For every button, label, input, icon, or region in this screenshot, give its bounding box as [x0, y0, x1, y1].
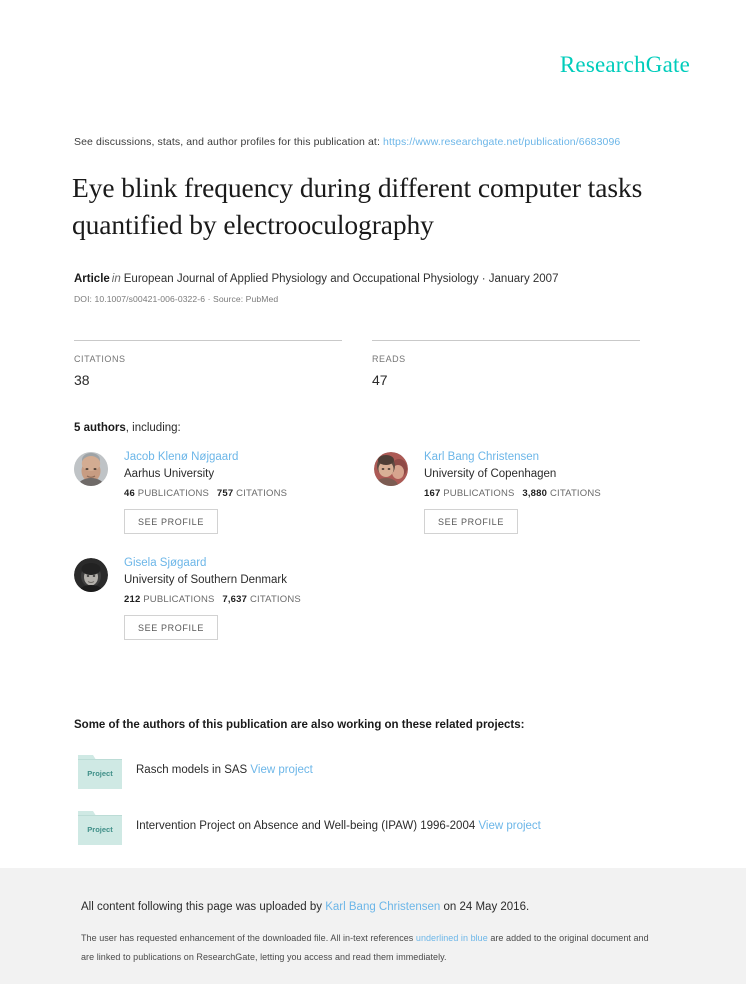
project-text: Intervention Project on Absence and Well…: [136, 820, 541, 832]
stat-divider: [372, 340, 640, 341]
project-text: Rasch models in SAS View project: [136, 764, 313, 776]
project-item: Project Intervention Project on Absence …: [78, 807, 678, 845]
avatar: [374, 452, 408, 486]
stat-reads: READS 47: [372, 340, 642, 388]
author-card: Karl Bang Christensen University of Cope…: [374, 450, 674, 534]
article-journal: European Journal of Applied Physiology a…: [123, 273, 559, 285]
avatar-bald-man-icon: [74, 452, 108, 486]
footer-upload-line: All content following this page was uplo…: [81, 901, 529, 913]
footer-upload-suffix: on 24 May 2016.: [443, 901, 530, 913]
article-doi-source: DOI: 10.1007/s00421-006-0322-6 · Source:…: [74, 294, 279, 304]
authors-grid: Jacob Klenø Nøjgaard Aarhus University 4…: [74, 450, 674, 662]
researchgate-cover-page: ResearchGate See discussions, stats, and…: [0, 0, 746, 984]
author-stats: 212 PUBLICATIONS 7,637 CITATIONS: [124, 594, 301, 605]
author-affiliation: University of Southern Denmark: [124, 574, 287, 586]
footer-upload-prefix: All content following this page was uplo…: [81, 901, 323, 913]
article-type-label: Article: [74, 273, 110, 285]
author-name-link[interactable]: Jacob Klenø Nøjgaard: [124, 451, 287, 463]
stat-label-reads: READS: [372, 354, 406, 364]
author-info: Jacob Klenø Nøjgaard Aarhus University 4…: [124, 450, 287, 534]
author-affiliation: Aarhus University: [124, 468, 215, 480]
author-citations-label: CITATIONS: [236, 488, 288, 499]
authors-heading-rest: , including:: [125, 422, 181, 434]
author-card: Gisela Sjøgaard University of Southern D…: [74, 556, 374, 640]
author-citations-count: 7,637: [222, 594, 248, 605]
author-stats: 46 PUBLICATIONS 757 CITATIONS: [124, 488, 287, 499]
author-stats: 167 PUBLICATIONS 3,880 CITATIONS: [424, 488, 601, 499]
author-citations-count: 757: [216, 488, 234, 499]
author-citations-count: 3,880: [522, 488, 548, 499]
footer-uploader-link[interactable]: Karl Bang Christensen: [325, 901, 440, 913]
author-publications-label: PUBLICATIONS: [137, 488, 210, 499]
discussion-line: See discussions, stats, and author profi…: [74, 136, 620, 148]
stat-value-citations: 38: [74, 372, 90, 388]
article-in-word: in: [111, 273, 121, 285]
author-info: Gisela Sjøgaard University of Southern D…: [124, 556, 301, 640]
projects-list: Project Rasch models in SAS View project…: [78, 751, 678, 863]
see-profile-button[interactable]: SEE PROFILE: [424, 509, 518, 534]
stat-citations: CITATIONS 38: [74, 340, 372, 388]
author-publications-count: 46: [124, 488, 135, 499]
project-item: Project Rasch models in SAS View project: [78, 751, 678, 789]
author-row: Gisela Sjøgaard University of Southern D…: [74, 556, 674, 662]
author-name-link[interactable]: Karl Bang Christensen: [424, 451, 601, 463]
author-publications-count: 167: [424, 488, 441, 499]
researchgate-logo[interactable]: ResearchGate: [560, 52, 690, 78]
authors-count: 5 authors: [74, 422, 126, 434]
svg-text:Project: Project: [87, 769, 113, 778]
author-publications-count: 212: [124, 594, 141, 605]
footer-note-part1: The user has requested enhancement of th…: [81, 933, 414, 943]
author-publications-label: PUBLICATIONS: [443, 488, 515, 499]
svg-text:Project: Project: [87, 825, 113, 834]
brand-header: ResearchGate: [560, 52, 690, 78]
project-title: Rasch models in SAS: [136, 764, 248, 776]
footer: All content following this page was uplo…: [0, 868, 746, 984]
publication-url-link[interactable]: https://www.researchgate.net/publication…: [383, 136, 620, 148]
project-folder-icon: Project: [78, 807, 122, 845]
author-card: Jacob Klenø Nøjgaard Aarhus University 4…: [74, 450, 374, 534]
footer-note: The user has requested enhancement of th…: [81, 929, 661, 967]
article-meta: Article in European Journal of Applied Phy…: [74, 273, 558, 285]
view-project-link[interactable]: View project: [478, 820, 540, 832]
author-publications-label: PUBLICATIONS: [143, 594, 215, 605]
stat-label-citations: CITATIONS: [74, 354, 126, 364]
avatar: [74, 558, 108, 592]
project-title: Intervention Project on Absence and Well…: [136, 820, 476, 832]
author-info: Karl Bang Christensen University of Cope…: [424, 450, 601, 534]
discussion-prefix: See discussions, stats, and author profi…: [74, 136, 380, 148]
avatar-dark-portrait-icon: [74, 558, 108, 592]
page-title: Eye blink frequency during different com…: [72, 172, 643, 240]
view-project-link[interactable]: View project: [250, 764, 312, 776]
projects-heading: Some of the authors of this publication …: [74, 719, 525, 731]
authors-heading: 5 authors, including:: [74, 422, 181, 434]
author-citations-label: CITATIONS: [549, 488, 601, 499]
author-affiliation: University of Copenhagen: [424, 468, 557, 480]
avatar-two-people-icon: [374, 452, 408, 486]
project-folder-icon: Project: [78, 751, 122, 789]
stats-section: CITATIONS 38 READS 47: [74, 340, 642, 388]
footer-note-link: underlined in blue: [415, 933, 488, 943]
avatar: [74, 452, 108, 486]
author-row: Jacob Klenø Nøjgaard Aarhus University 4…: [74, 450, 674, 556]
stat-divider: [74, 340, 342, 341]
see-profile-button[interactable]: SEE PROFILE: [124, 615, 218, 640]
author-name-link[interactable]: Gisela Sjøgaard: [124, 557, 301, 569]
see-profile-button[interactable]: SEE PROFILE: [124, 509, 218, 534]
stat-value-reads: 47: [372, 372, 388, 388]
author-citations-label: CITATIONS: [249, 594, 301, 605]
